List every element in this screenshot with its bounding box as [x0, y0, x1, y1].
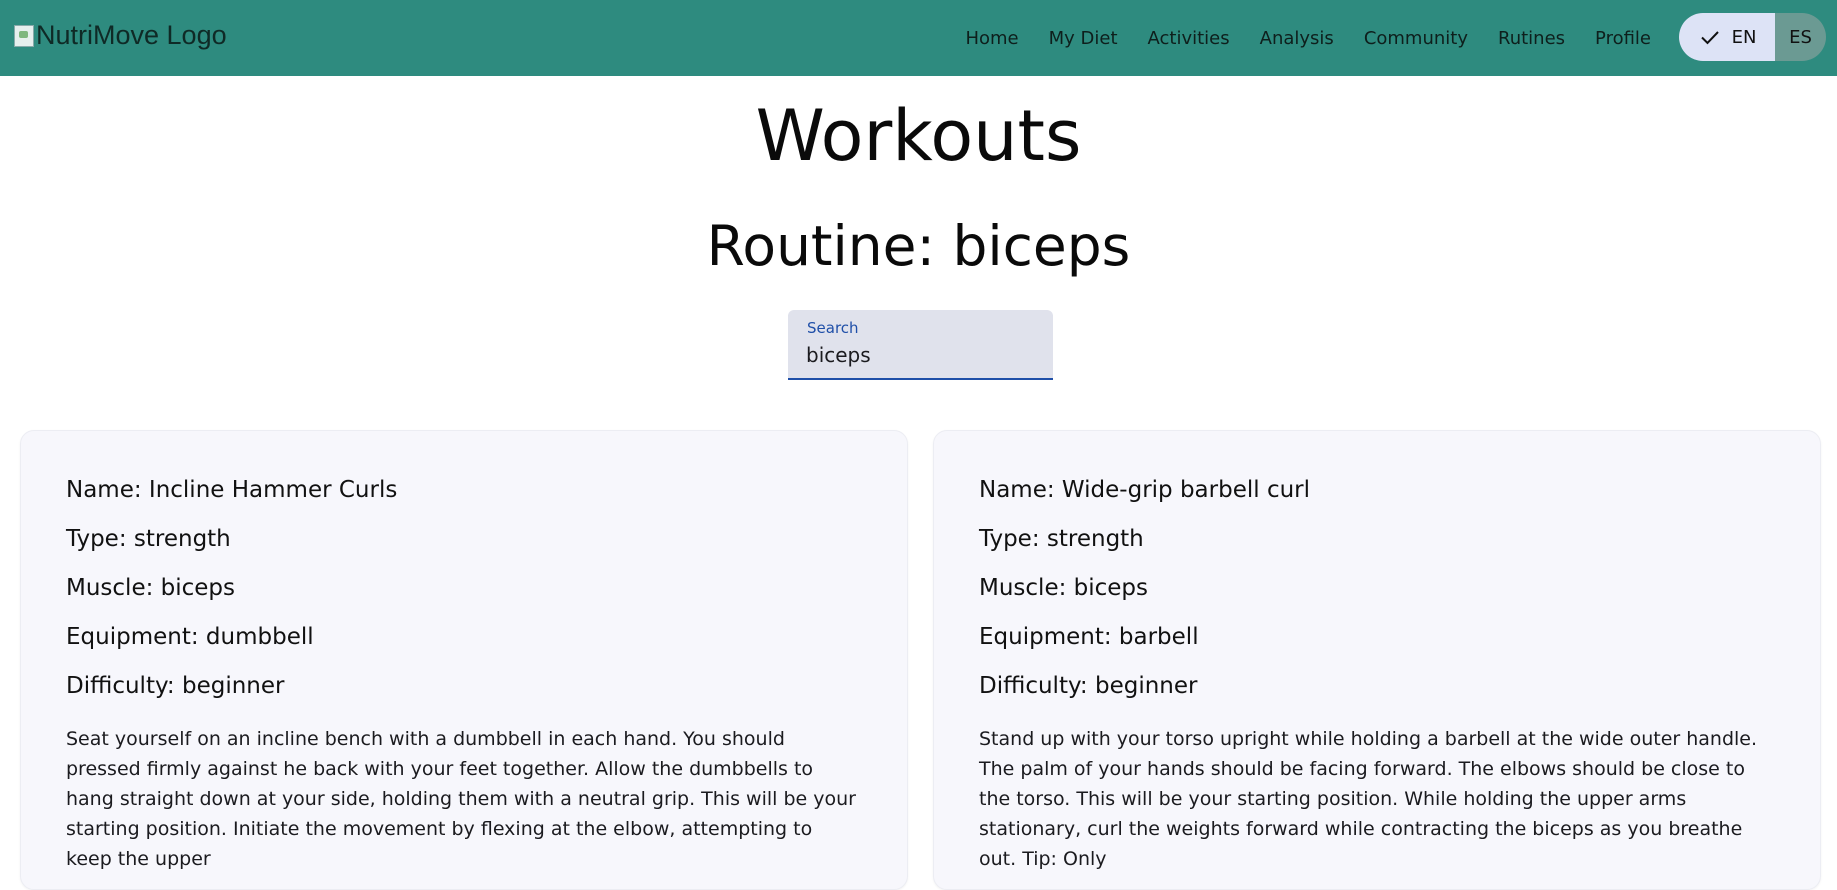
routine-title: Routine: biceps — [706, 214, 1131, 278]
check-icon — [1700, 31, 1719, 45]
exercise-card: Name: Wide-grip barbell curl Type: stren… — [933, 430, 1821, 890]
exercise-type: Type: strength — [979, 526, 1144, 552]
exercise-name: Name: Incline Hammer Curls — [66, 477, 398, 503]
lang-en-label: EN — [1731, 26, 1757, 48]
search-input[interactable] — [806, 341, 1036, 369]
exercise-muscle: Muscle: biceps — [66, 575, 236, 601]
main-nav: Home My Diet Activities Analysis Communi… — [950, 0, 1666, 76]
exercise-name: Name: Wide-grip barbell curl — [979, 477, 1311, 503]
nav-my-diet[interactable]: My Diet — [1034, 28, 1133, 49]
exercise-description: Seat yourself on an incline bench with a… — [66, 728, 856, 870]
lang-es-label: ES — [1789, 26, 1812, 48]
search-label: Search — [807, 319, 859, 337]
exercise-equipment: Equipment: dumbbell — [66, 624, 314, 650]
nav-activities[interactable]: Activities — [1133, 28, 1245, 49]
exercise-card: Name: Incline Hammer Curls Type: strengt… — [20, 430, 908, 890]
exercise-muscle: Muscle: biceps — [979, 575, 1149, 601]
exercise-description: Stand up with your torso upright while h… — [979, 728, 1758, 870]
nav-community[interactable]: Community — [1349, 28, 1483, 49]
broken-image-icon — [14, 24, 34, 47]
language-toggle: EN ES — [1679, 13, 1826, 61]
nav-home[interactable]: Home — [950, 28, 1033, 49]
lang-es-button[interactable]: ES — [1775, 13, 1826, 61]
nav-rutines[interactable]: Rutines — [1483, 28, 1580, 49]
nutrimove-logo[interactable]: NutriMove Logo — [14, 20, 227, 51]
exercise-difficulty: Difficulty: beginner — [979, 673, 1198, 699]
page-title: Workouts — [755, 95, 1082, 177]
exercise-difficulty: Difficulty: beginner — [66, 673, 285, 699]
search-field[interactable]: Search — [788, 310, 1053, 380]
lang-en-button[interactable]: EN — [1679, 13, 1775, 61]
nav-analysis[interactable]: Analysis — [1245, 28, 1349, 49]
exercise-equipment: Equipment: barbell — [979, 624, 1199, 650]
logo-alt-text: NutriMove Logo — [36, 20, 227, 50]
exercise-type: Type: strength — [66, 526, 231, 552]
nav-profile[interactable]: Profile — [1580, 28, 1666, 49]
top-navbar: NutriMove Logo Home My Diet Activities A… — [0, 0, 1837, 76]
